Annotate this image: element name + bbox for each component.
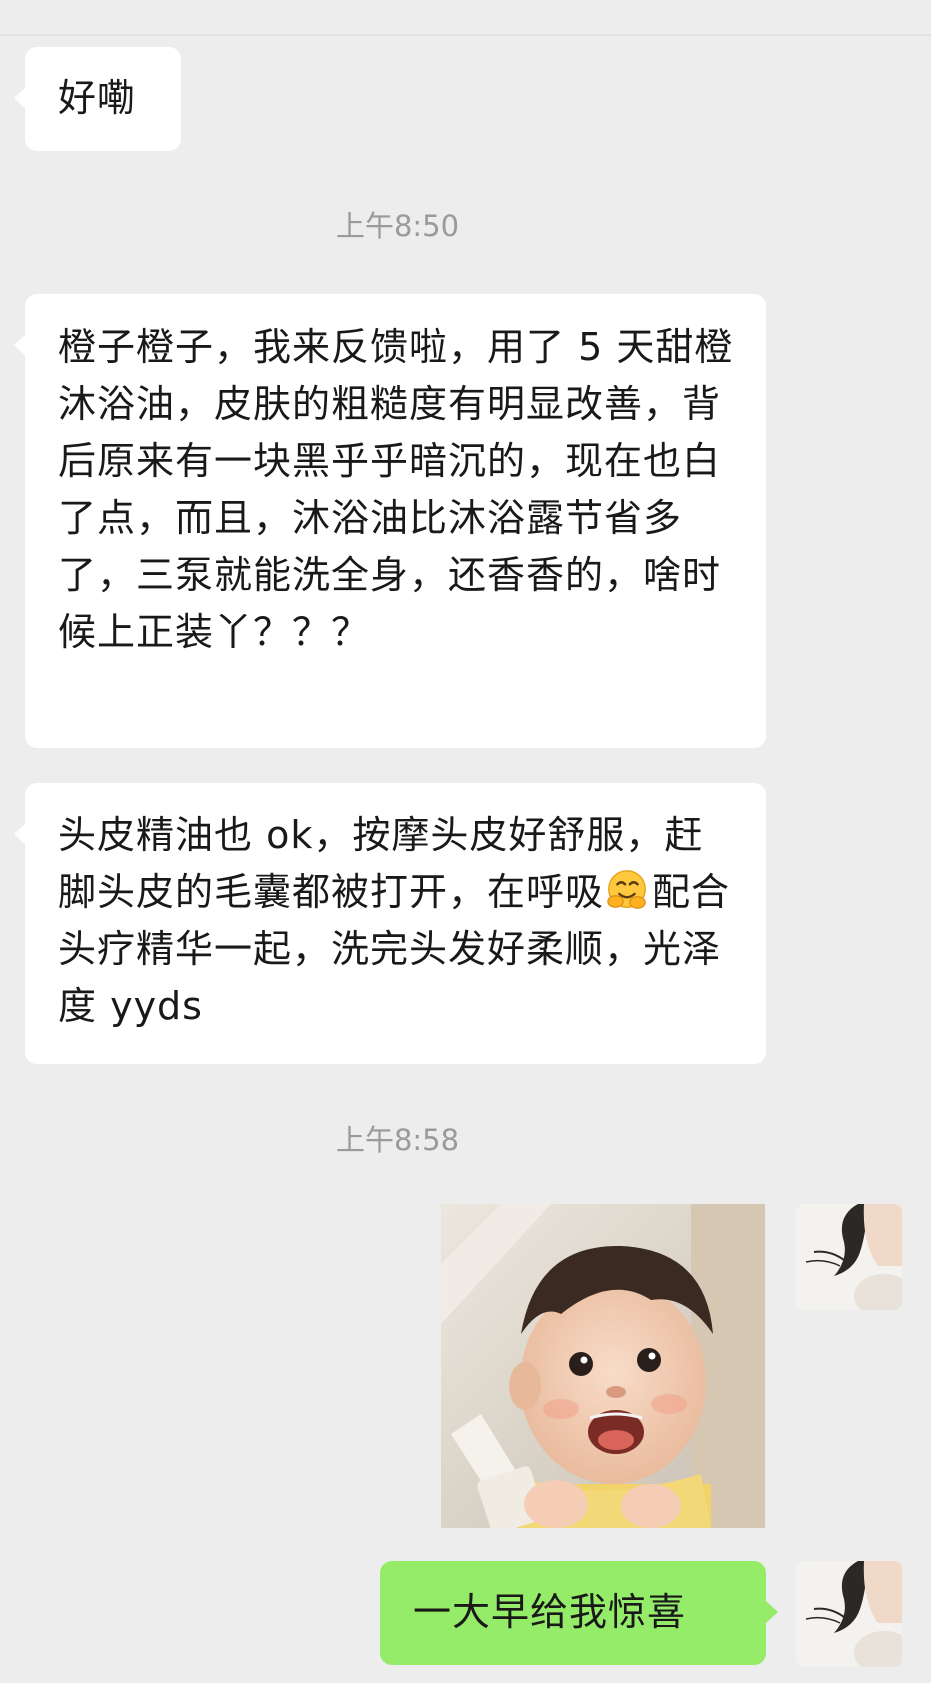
message-text: 一大早给我惊喜 <box>413 1590 687 1634</box>
incoming-message-bubble[interactable]: 好嘞 <box>14 47 181 151</box>
user-avatar[interactable] <box>796 1204 902 1310</box>
message-text: 头皮精油也 ok，按摩头皮好舒服，赶脚头皮的毛囊都被打开，在呼吸 配合头疗精华一… <box>58 807 734 1035</box>
user-avatar-icon <box>796 1561 902 1667</box>
incoming-message-bubble[interactable]: 头皮精油也 ok，按摩头皮好舒服，赶脚头皮的毛囊都被打开，在呼吸 配合头疗精华一… <box>14 783 766 1064</box>
image-message[interactable] <box>441 1204 765 1528</box>
user-avatar[interactable] <box>796 1561 902 1667</box>
message-text: 橙子橙子，我来反馈啦，用了 5 天甜橙沐浴油，皮肤的粗糙度有明显改善，背后原来有… <box>58 325 734 654</box>
message-text: 好嘞 <box>58 76 137 120</box>
header-divider <box>0 34 931 36</box>
message-timestamp: 上午8:50 <box>335 209 460 243</box>
toddler-photo <box>441 1204 765 1528</box>
hugging-face-emoji-icon <box>607 870 646 909</box>
outgoing-message-bubble[interactable]: 一大早给我惊喜 <box>380 1561 778 1665</box>
message-timestamp: 上午8:58 <box>335 1123 460 1157</box>
incoming-message-bubble[interactable]: 橙子橙子，我来反馈啦，用了 5 天甜橙沐浴油，皮肤的粗糙度有明显改善，背后原来有… <box>14 294 766 748</box>
user-avatar-icon <box>796 1204 902 1310</box>
